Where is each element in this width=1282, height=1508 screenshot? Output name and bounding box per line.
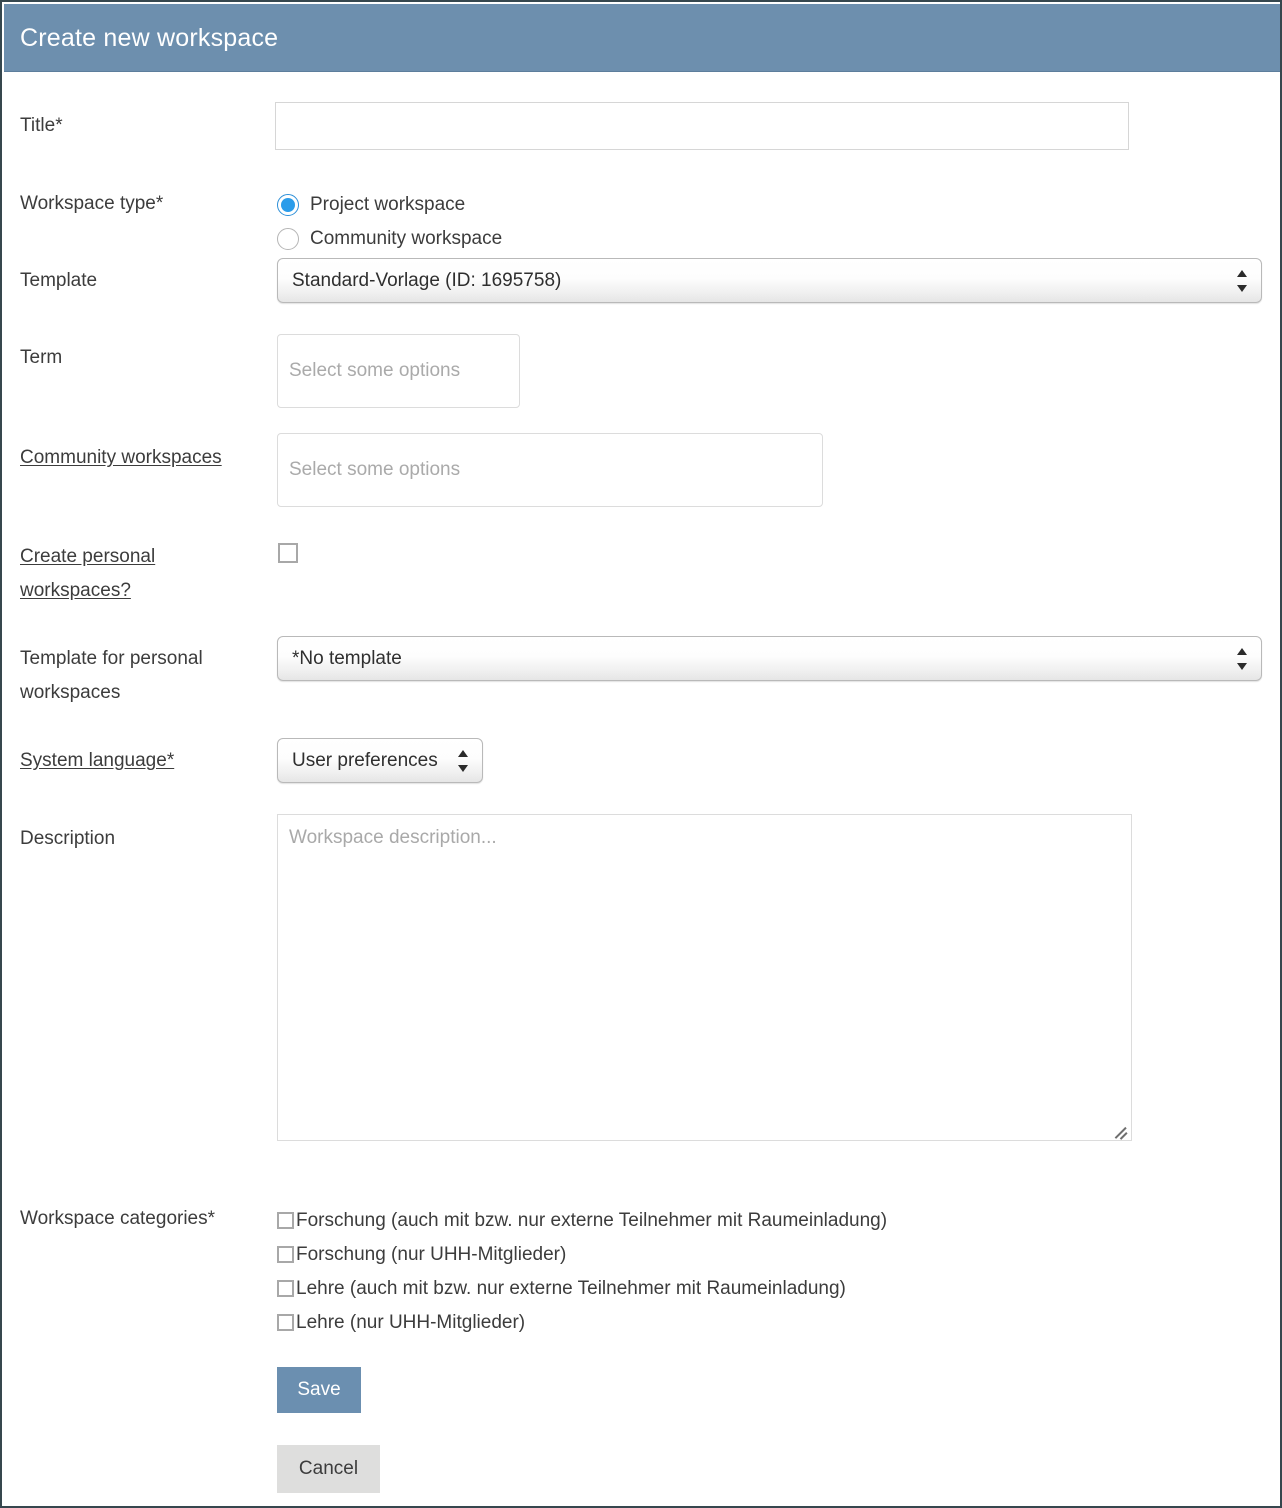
category-label-0: Forschung (auch mit bzw. nur externe Tei… <box>296 1210 888 1231</box>
title-input[interactable] <box>275 102 1129 150</box>
category-checkbox-0[interactable] <box>277 1212 294 1229</box>
radio-community-workspace-indicator[interactable] <box>277 228 299 250</box>
template-personal-select-value: *No template <box>292 647 402 669</box>
category-checkbox-1[interactable] <box>277 1246 294 1263</box>
workspace-form: Title* Workspace type* Project workspace… <box>4 73 1280 1504</box>
term-label: Term <box>20 347 63 368</box>
dialog-title: Create new workspace <box>20 24 279 52</box>
description-textarea[interactable]: Workspace description... <box>277 814 1132 1141</box>
create-personal-workspaces-label-line1[interactable]: Create personal <box>20 540 260 574</box>
community-workspaces-multiselect[interactable]: Select some options <box>277 433 823 507</box>
workspace-type-label: Workspace type* <box>20 193 164 214</box>
workspace-categories-label: Workspace categories* <box>20 1208 216 1229</box>
community-workspaces-placeholder: Select some options <box>289 459 461 480</box>
chevron-updown-icon <box>458 749 469 772</box>
chevron-updown-icon <box>1237 647 1248 670</box>
system-language-select[interactable]: User preferences <box>277 738 483 783</box>
template-personal-select[interactable]: *No template <box>277 636 1262 681</box>
template-personal-label-line2: workspaces <box>20 682 121 703</box>
category-label-3: Lehre (nur UHH-Mitglieder) <box>296 1312 526 1333</box>
system-language-label[interactable]: System language* <box>20 744 174 778</box>
create-workspace-dialog: Create new workspace Title* Workspace ty… <box>0 0 1282 1508</box>
template-select[interactable]: Standard-Vorlage (ID: 1695758) <box>277 258 1262 303</box>
save-button[interactable]: Save <box>277 1367 361 1413</box>
template-label: Template <box>20 270 98 291</box>
term-multiselect[interactable]: Select some options <box>277 334 520 408</box>
radio-community-workspace-label: Community workspace <box>310 228 503 249</box>
category-checkbox-3[interactable] <box>277 1314 294 1331</box>
category-label-1: Forschung (nur UHH-Mitglieder) <box>296 1244 567 1265</box>
term-placeholder: Select some options <box>289 360 461 381</box>
radio-project-workspace-indicator[interactable] <box>277 194 299 216</box>
cancel-button[interactable]: Cancel <box>277 1445 380 1493</box>
system-language-select-value: User preferences <box>292 749 438 771</box>
chevron-updown-icon <box>1237 269 1248 292</box>
community-workspaces-label[interactable]: Community workspaces <box>20 441 222 475</box>
create-personal-workspaces-label-line2[interactable]: workspaces? <box>20 574 260 608</box>
template-select-value: Standard-Vorlage (ID: 1695758) <box>292 269 562 291</box>
description-label: Description <box>20 828 116 849</box>
title-label: Title* <box>20 115 63 136</box>
dialog-header: Create new workspace <box>4 4 1280 72</box>
category-label-2: Lehre (auch mit bzw. nur externe Teilneh… <box>296 1278 846 1299</box>
create-personal-workspaces-checkbox[interactable] <box>278 543 298 563</box>
resize-handle-icon[interactable] <box>1112 1121 1128 1139</box>
template-personal-label-line1: Template for personal <box>20 648 203 669</box>
description-placeholder: Workspace description... <box>289 827 497 848</box>
category-checkbox-2[interactable] <box>277 1280 294 1297</box>
radio-project-workspace-label: Project workspace <box>310 194 466 215</box>
